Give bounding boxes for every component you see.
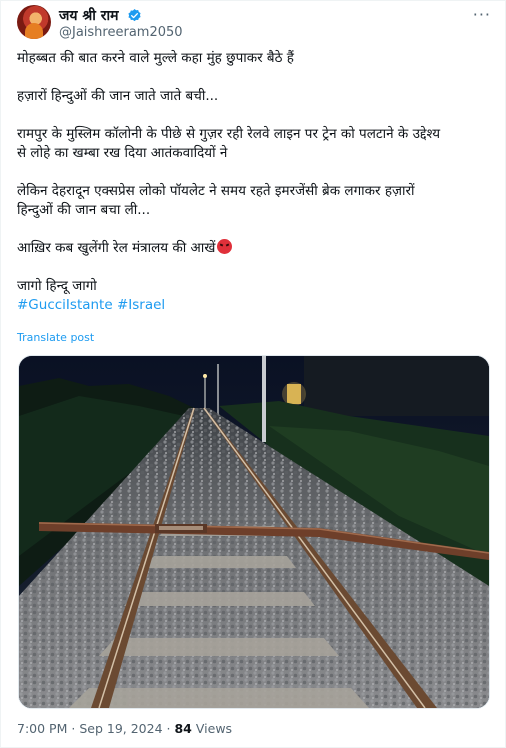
hashtags: #GucciIstante #Israel [17, 296, 491, 315]
hashtag-link[interactable]: #GucciIstante [17, 297, 113, 313]
tweet-meta: 7:00 PM · Sep 19, 2024 · 84 Views [17, 721, 232, 736]
handle[interactable]: @Jaishreeram2050 [59, 25, 183, 41]
views-count: 84 [174, 721, 192, 736]
views-label: Views [195, 721, 233, 736]
tweet-header: जय श्री राम @Jaishreeram2050 ··· [17, 5, 495, 41]
angry-face-icon [217, 239, 233, 254]
tweet-text: मोहब्बत की बात करने वाले मुल्ले कहा मुंह… [17, 49, 491, 315]
meta-separator: · [166, 721, 171, 736]
tweet-line: आख़िर कब खुलेंगी रेल मंत्रालय की आखें [17, 240, 216, 256]
hashtag-link[interactable]: #Israel [117, 297, 165, 313]
post-date[interactable]: Sep 19, 2024 [79, 721, 162, 736]
tweet-photo[interactable] [18, 355, 490, 709]
tweet-line: हज़ारों हिन्दुओं की जान जाते जाते बची... [17, 88, 219, 104]
railway-track-photo [19, 356, 489, 708]
tweet-card: जय श्री राम @Jaishreeram2050 ··· मोहब्बत… [0, 0, 506, 748]
avatar[interactable] [17, 5, 51, 39]
tweet-line-with-emoji: आख़िर कब खुलेंगी रेल मंत्रालय की आखें [17, 239, 491, 258]
tweet-line: जागो हिन्दू जागो [17, 278, 97, 294]
verified-badge-icon [128, 8, 141, 22]
author-info: जय श्री राम @Jaishreeram2050 [59, 5, 183, 41]
tweet-line: लेकिन देहरादून एक्सप्रेस लोको पॉयलेट ने … [17, 183, 415, 199]
tweet-line: रामपुर के मुस्लिम कॉलोनी के पीछे से गुज़… [17, 126, 441, 142]
more-options-icon[interactable]: ··· [473, 5, 491, 24]
display-name[interactable]: जय श्री राम [59, 7, 119, 25]
tweet-line: मोहब्बत की बात करने वाले मुल्ले कहा मुंह… [17, 50, 294, 66]
tweet-line: हिन्दुओं की जान बचा ली... [17, 202, 151, 218]
translate-post-link[interactable]: Translate post [17, 331, 94, 344]
post-time[interactable]: 7:00 PM [17, 721, 67, 736]
tweet-line: से लोहे का खम्बा रख दिया आतंकवादियों ने [17, 145, 228, 161]
meta-separator: · [71, 721, 76, 736]
